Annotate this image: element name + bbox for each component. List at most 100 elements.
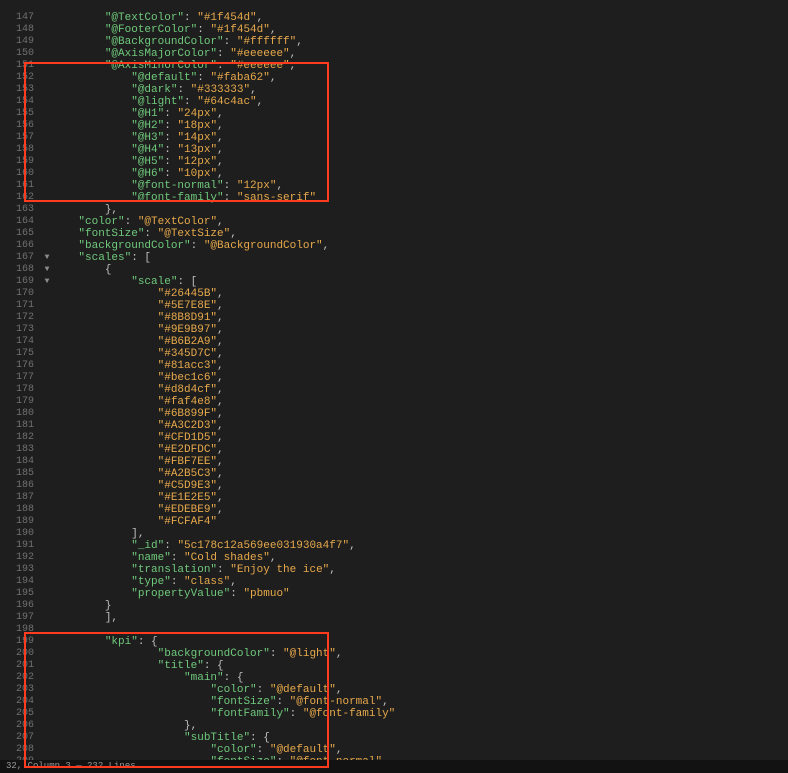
code-line[interactable]: 173 "#9E9B97",	[0, 324, 788, 336]
code-line[interactable]: 208 "color": "@default",	[0, 744, 788, 756]
code-line[interactable]: 160 "@H6": "10px",	[0, 168, 788, 180]
code-content[interactable]: "color": "@TextColor",	[52, 216, 788, 228]
code-line[interactable]: 183 "#E2DFDC",	[0, 444, 788, 456]
code-line[interactable]: 158 "@H4": "13px",	[0, 144, 788, 156]
code-line[interactable]: 202 "main": {	[0, 672, 788, 684]
code-content[interactable]: "color": "@default",	[52, 684, 788, 696]
code-content[interactable]: "fontFamily": "@font-family"	[52, 708, 788, 720]
code-content[interactable]: "#26445B",	[52, 288, 788, 300]
code-content[interactable]: "#B6B2A9",	[52, 336, 788, 348]
code-line[interactable]: 187 "#E1E2E5",	[0, 492, 788, 504]
code-line[interactable]: 154 "@light": "#64c4ac",	[0, 96, 788, 108]
code-line[interactable]: 157 "@H3": "14px",	[0, 132, 788, 144]
code-line[interactable]: 190 ],	[0, 528, 788, 540]
code-content[interactable]: "#A3C2D3",	[52, 420, 788, 432]
code-line[interactable]: 155 "@H1": "24px",	[0, 108, 788, 120]
code-line[interactable]: 198	[0, 624, 788, 636]
code-content[interactable]: {	[52, 264, 788, 276]
code-content[interactable]: "subTitle": {	[52, 732, 788, 744]
fold-toggle-icon[interactable]: ▼	[42, 252, 52, 264]
code-line[interactable]: 148 "@FooterColor": "#1f454d",	[0, 24, 788, 36]
code-content[interactable]: "@H5": "12px",	[52, 156, 788, 168]
code-line[interactable]: 163 },	[0, 204, 788, 216]
code-content[interactable]: "scale": [	[52, 276, 788, 288]
code-content[interactable]: "#FCFAF4"	[52, 516, 788, 528]
code-content[interactable]: "#E1E2E5",	[52, 492, 788, 504]
code-content[interactable]: "@BackgroundColor": "#ffffff",	[52, 36, 788, 48]
code-line[interactable]: 207 "subTitle": {	[0, 732, 788, 744]
code-line[interactable]: 188 "#EDEBE9",	[0, 504, 788, 516]
code-content[interactable]: "@font-normal": "12px",	[52, 180, 788, 192]
code-line[interactable]: 176 "#81acc3",	[0, 360, 788, 372]
code-line[interactable]: 166 "backgroundColor": "@BackgroundColor…	[0, 240, 788, 252]
code-content[interactable]: "@AxisMajorColor": "#eeeeee",	[52, 48, 788, 60]
code-line[interactable]: 174 "#B6B2A9",	[0, 336, 788, 348]
code-content[interactable]: "backgroundColor": "@light",	[52, 648, 788, 660]
code-content[interactable]: "scales": [	[52, 252, 788, 264]
code-line[interactable]: 152 "@default": "#faba62",	[0, 72, 788, 84]
code-line[interactable]: 200 "backgroundColor": "@light",	[0, 648, 788, 660]
code-line[interactable]: 189 "#FCFAF4"	[0, 516, 788, 528]
code-line[interactable]: 196 }	[0, 600, 788, 612]
code-line[interactable]: 159 "@H5": "12px",	[0, 156, 788, 168]
code-line[interactable]: 191 "_id": "5c178c12a569ee031930a4f7",	[0, 540, 788, 552]
code-content[interactable]: "_id": "5c178c12a569ee031930a4f7",	[52, 540, 788, 552]
code-content[interactable]: "@H2": "18px",	[52, 120, 788, 132]
code-line[interactable]: 192 "name": "Cold shades",	[0, 552, 788, 564]
code-line[interactable]: 195 "propertyValue": "pbmuo"	[0, 588, 788, 600]
code-line[interactable]: 170 "#26445B",	[0, 288, 788, 300]
code-line[interactable]: 179 "#faf4e8",	[0, 396, 788, 408]
code-content[interactable]: "@H3": "14px",	[52, 132, 788, 144]
code-line[interactable]: 175 "#345D7C",	[0, 348, 788, 360]
code-content[interactable]: "main": {	[52, 672, 788, 684]
code-content[interactable]: "title": {	[52, 660, 788, 672]
code-content[interactable]: "@dark": "#333333",	[52, 84, 788, 96]
code-line[interactable]: 161 "@font-normal": "12px",	[0, 180, 788, 192]
code-line[interactable]: 153 "@dark": "#333333",	[0, 84, 788, 96]
code-line[interactable]: 162 "@font-family": "sans-serif"	[0, 192, 788, 204]
code-content[interactable]: "type": "class",	[52, 576, 788, 588]
code-content[interactable]: "#FBF7EE",	[52, 456, 788, 468]
code-content[interactable]: "@default": "#faba62",	[52, 72, 788, 84]
fold-toggle-icon[interactable]: ▼	[42, 264, 52, 276]
code-content[interactable]: "#faf4e8",	[52, 396, 788, 408]
code-line[interactable]	[0, 0, 788, 12]
code-line[interactable]: 164 "color": "@TextColor",	[0, 216, 788, 228]
code-line[interactable]: 177 "#bec1c6",	[0, 372, 788, 384]
code-line[interactable]: 172 "#8B8D91",	[0, 312, 788, 324]
code-content[interactable]: "#5E7E8E",	[52, 300, 788, 312]
code-line[interactable]: 180 "#6B899F",	[0, 408, 788, 420]
code-line[interactable]: 147 "@TextColor": "#1f454d",	[0, 12, 788, 24]
code-content[interactable]: "#CFD1D5",	[52, 432, 788, 444]
code-line[interactable]: 168▼ {	[0, 264, 788, 276]
code-line[interactable]: 150 "@AxisMajorColor": "#eeeeee",	[0, 48, 788, 60]
code-content[interactable]: "name": "Cold shades",	[52, 552, 788, 564]
code-content[interactable]: ],	[52, 528, 788, 540]
code-line[interactable]: 203 "color": "@default",	[0, 684, 788, 696]
code-content[interactable]: "#E2DFDC",	[52, 444, 788, 456]
code-line[interactable]: 204 "fontSize": "@font-normal",	[0, 696, 788, 708]
code-content[interactable]: "color": "@default",	[52, 744, 788, 756]
code-content[interactable]: "propertyValue": "pbmuo"	[52, 588, 788, 600]
code-line[interactable]: 169▼ "scale": [	[0, 276, 788, 288]
code-content[interactable]: "#A2B5C3",	[52, 468, 788, 480]
code-content[interactable]: "#345D7C",	[52, 348, 788, 360]
code-content[interactable]: "#bec1c6",	[52, 372, 788, 384]
code-content[interactable]: "@font-family": "sans-serif"	[52, 192, 788, 204]
code-line[interactable]: 186 "#C5D9E3",	[0, 480, 788, 492]
code-content[interactable]: "#EDEBE9",	[52, 504, 788, 516]
code-line[interactable]: 165 "fontSize": "@TextSize",	[0, 228, 788, 240]
code-line[interactable]: 193 "translation": "Enjoy the ice",	[0, 564, 788, 576]
code-line[interactable]: 205 "fontFamily": "@font-family"	[0, 708, 788, 720]
code-line[interactable]: 181 "#A3C2D3",	[0, 420, 788, 432]
code-content[interactable]: "#81acc3",	[52, 360, 788, 372]
code-line[interactable]: 206 },	[0, 720, 788, 732]
code-content[interactable]: ],	[52, 612, 788, 624]
code-content[interactable]: "#8B8D91",	[52, 312, 788, 324]
code-line[interactable]: 199 "kpi": {	[0, 636, 788, 648]
code-line[interactable]: 185 "#A2B5C3",	[0, 468, 788, 480]
code-line[interactable]: 156 "@H2": "18px",	[0, 120, 788, 132]
code-line[interactable]: 151 "@AxisMinorColor": "#eeeeee",	[0, 60, 788, 72]
code-line[interactable]: 197 ],	[0, 612, 788, 624]
code-content[interactable]: "@light": "#64c4ac",	[52, 96, 788, 108]
